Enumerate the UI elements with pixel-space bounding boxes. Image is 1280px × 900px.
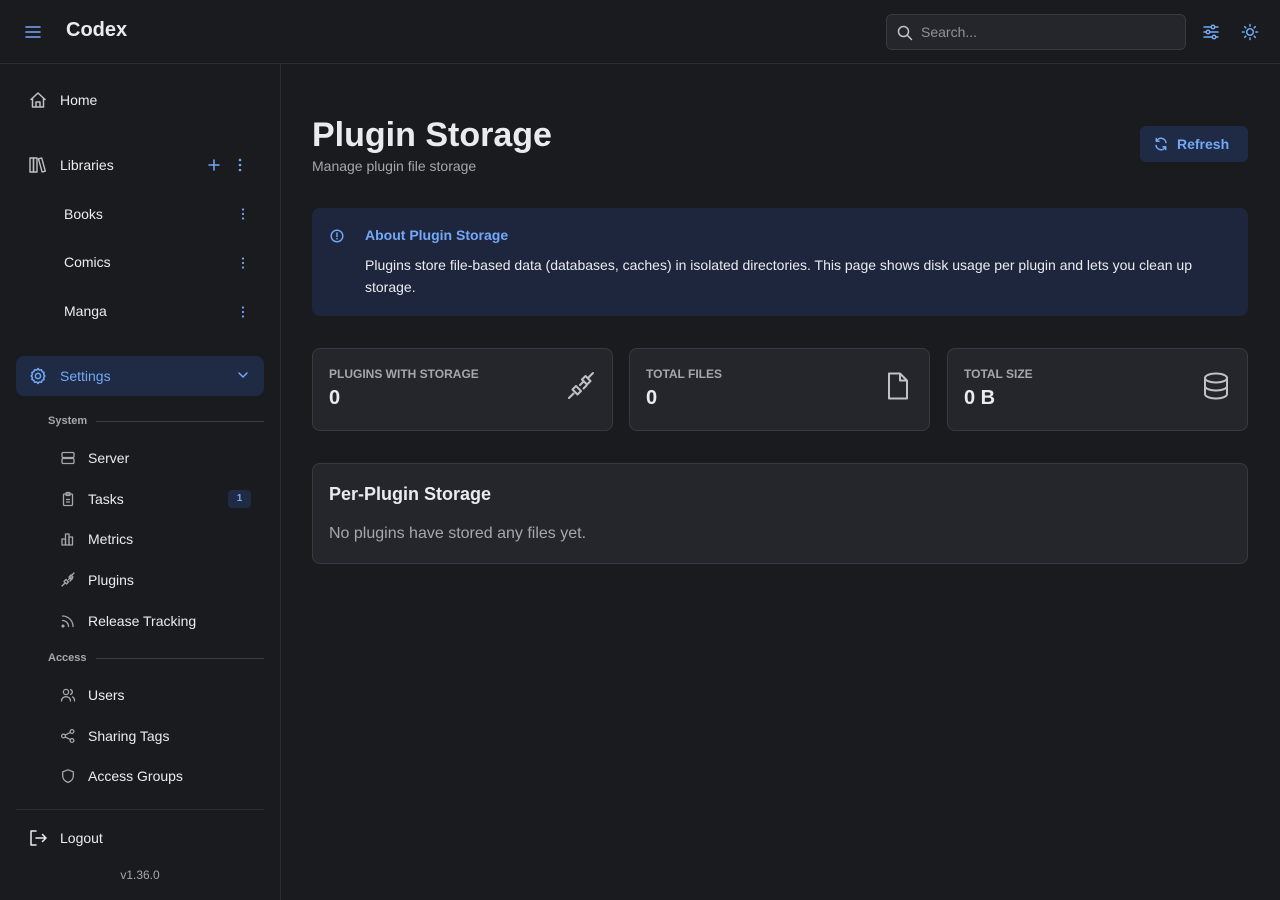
- sidebar-item-label: Libraries: [60, 157, 114, 173]
- library-label: Books: [64, 206, 103, 222]
- stat-label: TOTAL FILES: [646, 367, 723, 381]
- gear-icon: [28, 367, 48, 385]
- refresh-button-label: Refresh: [1177, 136, 1230, 152]
- stat-value: 0: [646, 387, 658, 409]
- stat-value: 0: [329, 387, 341, 409]
- library-books-menu-button[interactable]: [236, 204, 250, 224]
- sidebar-item-label: Logout: [60, 830, 103, 846]
- shield-icon: [60, 768, 76, 784]
- sidebar-item-metrics[interactable]: Metrics: [48, 521, 264, 557]
- logout-icon: [28, 829, 48, 847]
- filter-settings-button[interactable]: [1197, 18, 1225, 46]
- plus-icon: [208, 159, 220, 171]
- chevron-down-icon: [238, 372, 248, 379]
- libraries-menu-button[interactable]: [233, 155, 247, 175]
- page-subtitle: Manage plugin file storage: [312, 158, 477, 174]
- tasks-count-badge: 1: [228, 490, 251, 508]
- sidebar-item-server[interactable]: Server: [48, 440, 264, 476]
- sidebar-library-books[interactable]: Books: [16, 194, 264, 234]
- stat-label: TOTAL SIZE: [964, 367, 1033, 381]
- more-vertical-icon: [241, 256, 245, 270]
- sliders-icon: [1202, 23, 1220, 41]
- more-vertical-icon: [238, 158, 242, 172]
- section-divider: [96, 658, 264, 659]
- logout-button[interactable]: Logout: [16, 818, 264, 858]
- sidebar-item-tasks[interactable]: Tasks 1: [48, 481, 264, 517]
- page-title: Plugin Storage: [312, 116, 552, 154]
- alert-text: Plugins store file-based data (databases…: [365, 257, 1193, 295]
- sidebar-item-access-groups[interactable]: Access Groups: [48, 758, 264, 794]
- alert-title: About Plugin Storage: [365, 227, 509, 243]
- home-icon: [28, 91, 48, 109]
- sidebar-library-manga[interactable]: Manga: [16, 291, 264, 331]
- share-icon: [60, 728, 76, 744]
- sidebar-item-plugins[interactable]: Plugins: [48, 562, 264, 598]
- sidebar-item-release-tracking[interactable]: Release Tracking: [48, 603, 264, 639]
- books-icon: [28, 156, 48, 174]
- stat-label: PLUGINS WITH STORAGE: [329, 367, 479, 381]
- app-header: Codex: [0, 0, 1280, 64]
- sidebar-item-label: Access Groups: [88, 768, 183, 784]
- sidebar-item-settings[interactable]: Settings: [16, 356, 264, 396]
- app-logo-title[interactable]: Codex: [66, 19, 127, 42]
- sidebar-divider: [16, 809, 264, 810]
- section-label-access: Access: [48, 652, 87, 664]
- sidebar-item-label: Plugins: [88, 572, 134, 588]
- clipboard-icon: [60, 491, 76, 507]
- plug-icon: [566, 371, 596, 401]
- sidebar-item-label: Settings: [60, 368, 111, 384]
- search-box[interactable]: [886, 14, 1186, 50]
- search-icon: [897, 25, 913, 41]
- more-vertical-icon: [241, 207, 245, 221]
- info-alert: About Plugin Storage Plugins store file-…: [312, 208, 1248, 316]
- sidebar-item-label: Server: [88, 450, 130, 466]
- sun-icon: [1241, 23, 1259, 41]
- info-circle-icon: [330, 229, 344, 243]
- sidebar-item-home[interactable]: Home: [16, 80, 264, 120]
- sidebar-library-comics[interactable]: Comics: [16, 242, 264, 282]
- app-version: v1.36.0: [120, 868, 160, 882]
- sidebar-item-label: Metrics: [88, 531, 134, 547]
- plug-icon: [60, 572, 76, 588]
- stat-card-size: TOTAL SIZE 0 B: [947, 348, 1248, 431]
- sidebar-item-label: Sharing Tags: [88, 728, 170, 744]
- sidebar-item-label: Release Tracking: [88, 613, 197, 629]
- sidebar-item-label: Home: [60, 92, 98, 108]
- users-icon: [60, 687, 76, 703]
- stat-value: 0 B: [964, 387, 996, 409]
- refresh-icon: [1154, 137, 1168, 151]
- library-label: Manga: [64, 303, 107, 319]
- bar-chart-icon: [60, 531, 76, 547]
- theme-toggle-button[interactable]: [1236, 18, 1264, 46]
- per-plugin-storage-panel: Per-Plugin Storage No plugins have store…: [312, 463, 1248, 564]
- add-library-button[interactable]: [207, 155, 221, 175]
- sidebar-item-users[interactable]: Users: [48, 677, 264, 713]
- panel-title: Per-Plugin Storage: [329, 484, 492, 504]
- sidebar-item-libraries[interactable]: Libraries: [16, 145, 264, 185]
- refresh-button[interactable]: Refresh: [1140, 126, 1248, 162]
- sidebar-item-label: Tasks: [88, 491, 124, 507]
- stat-card-plugins: PLUGINS WITH STORAGE 0: [312, 348, 613, 431]
- section-divider: [96, 421, 264, 422]
- search-input[interactable]: [921, 15, 1176, 49]
- sidebar-item-sharing-tags[interactable]: Sharing Tags: [48, 718, 264, 754]
- library-manga-menu-button[interactable]: [236, 302, 250, 322]
- empty-state-text: No plugins have stored any files yet.: [329, 525, 587, 542]
- library-label: Comics: [64, 254, 111, 270]
- sidebar-item-label: Users: [88, 687, 125, 703]
- library-comics-menu-button[interactable]: [236, 253, 250, 273]
- section-label-system: System: [48, 415, 88, 427]
- more-vertical-icon: [241, 305, 245, 319]
- file-icon: [883, 371, 913, 401]
- sidebar: Home Libraries Books Comics Manga Settin…: [0, 64, 281, 900]
- rss-icon: [60, 613, 76, 629]
- database-icon: [1201, 371, 1231, 401]
- stat-card-files: TOTAL FILES 0: [629, 348, 930, 431]
- menu-toggle-icon[interactable]: [20, 18, 46, 46]
- server-icon: [60, 450, 76, 466]
